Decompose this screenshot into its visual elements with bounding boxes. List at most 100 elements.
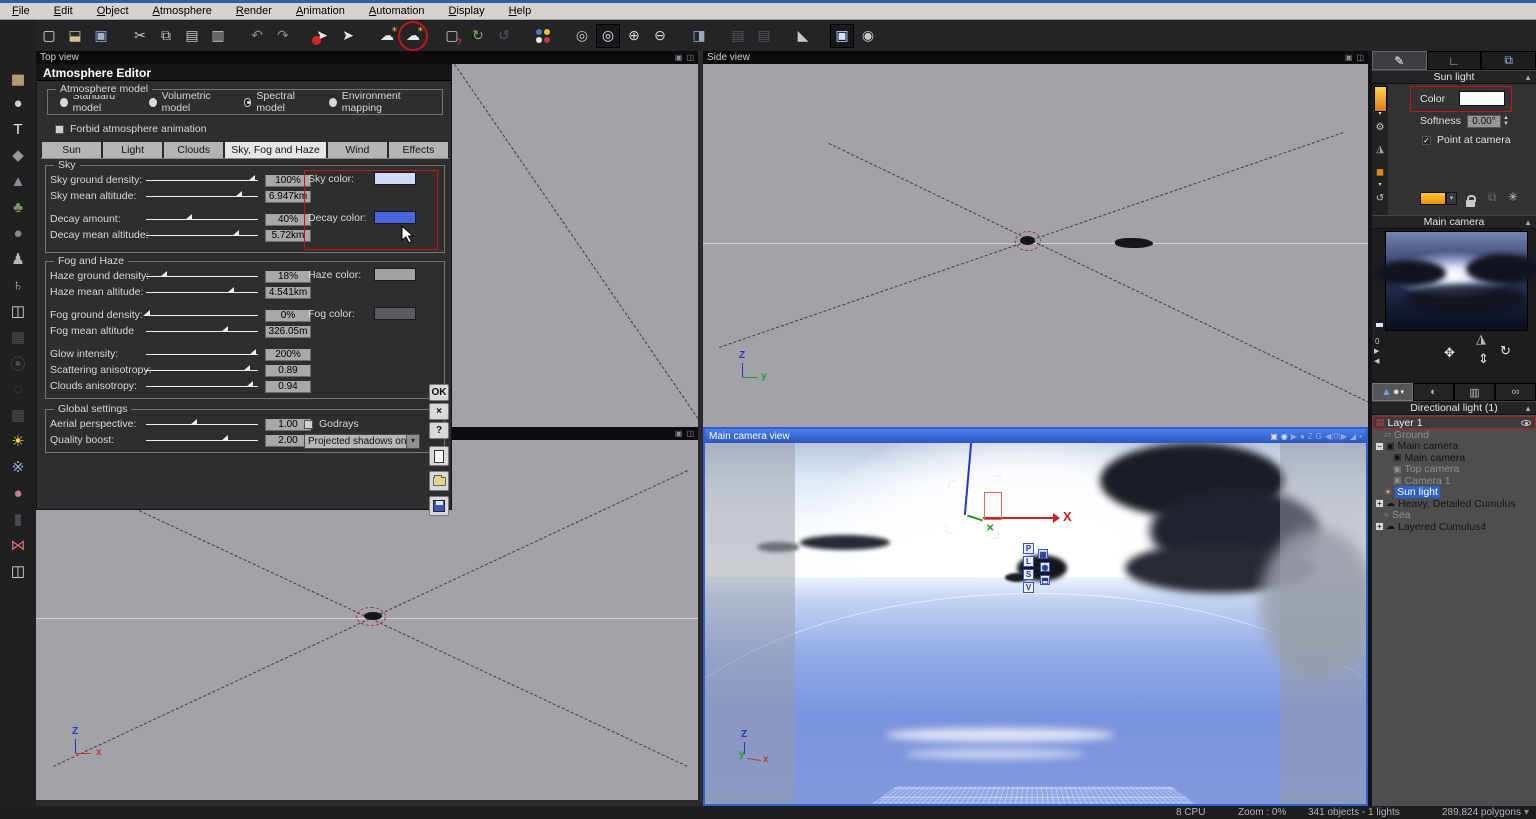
spinner-up-icon[interactable]: ▲ ▼ [1503,115,1509,127]
material-cube-icon[interactable]: ◼ [1373,161,1387,183]
load-atmosphere-icon[interactable]: ☁ ☀ [398,20,428,51]
camera-header-icon-6[interactable]: ◀(0)▶ [1325,432,1347,441]
tree-expander-icon[interactable]: − [1375,441,1384,451]
pan-hand-icon[interactable]: ✥ [1444,345,1455,361]
quick-link-icon[interactable]: ⬒ [1040,575,1050,585]
redo-icon[interactable]: ↷ [271,24,295,48]
animation-setup-icon[interactable]: ◣ [791,24,815,48]
slider-thumb[interactable] [248,349,256,355]
pointer-icon[interactable]: ➤ [336,24,360,48]
undo-icon[interactable]: ↶ [245,24,269,48]
side-view-viewport[interactable]: Z y [703,64,1368,427]
tab-wind[interactable]: Wind [326,141,388,158]
tree-item-main-camera[interactable]: − ▣ Main camera [1372,440,1536,452]
timeline-icon[interactable]: ▤ [726,24,750,48]
dolly-pyramid-icon[interactable]: ◮ [1476,331,1486,347]
object-properties-icon[interactable]: ▢? [440,24,464,48]
save-atmosphere-button[interactable] [429,496,449,516]
main-camera-viewport[interactable]: Main camera view ▣ ◉ ▶ ● Z G ◀(0)▶ ◢ ▪ X… [703,427,1368,806]
menu-file[interactable]: File [0,3,42,20]
spotlight-cone-icon[interactable]: ◮ [1373,137,1387,161]
viewport-maximize-icon[interactable]: ▣ [1345,53,1353,62]
light-color-swatch[interactable] [1420,192,1446,205]
forbid-animation-row[interactable]: Forbid atmosphere animation [55,123,207,135]
slider-thumb[interactable] [160,271,168,277]
slider-track[interactable] [146,174,258,186]
rotate-object-icon[interactable]: ↻ [466,24,490,48]
camera-header-icon-4[interactable]: Z [1308,432,1313,441]
camera-header-icon-1[interactable]: ◉ [1281,432,1288,441]
slider-thumb[interactable] [243,365,251,371]
viewport-maximize-icon[interactable]: ▣ [675,53,683,62]
slider-value[interactable]: 4.541km [265,285,311,299]
camera-header-icon-3[interactable]: ● [1300,432,1305,441]
paste-icon[interactable]: ▤ [180,24,204,48]
slider-thumb[interactable] [246,381,254,387]
camera-header-icon-8[interactable]: ▪ [1359,432,1362,441]
cloud-shadows-dropdown[interactable]: Projected shadows on clouds [304,434,420,449]
tree-item-sea[interactable]: ≈ Sea [1372,509,1536,521]
light-icon[interactable]: ☀ [5,428,31,454]
rotate-handle[interactable] [945,526,953,534]
smart-rotate-icon[interactable]: ↺ [492,24,516,48]
swatch-dropdown-icon[interactable]: ▾ [1446,192,1457,205]
camera-object[interactable] [364,612,382,620]
main-camera-header[interactable]: Main camera view ▣ ◉ ▶ ● Z G ◀(0)▶ ◢ ▪ [705,429,1366,443]
slider-thumb[interactable] [220,435,228,441]
menu-atmosphere[interactable]: Atmosphere [141,3,224,20]
menu-object[interactable]: Object [85,3,141,20]
visibility-eye-icon[interactable] [1521,420,1531,426]
godrays-row[interactable]: Godrays [304,418,359,430]
cube-icon[interactable]: ◫ [5,298,31,324]
back-icon[interactable]: ◀ [1374,357,1379,365]
cloud-object[interactable] [1115,238,1153,248]
mountain-icon[interactable]: ▲ [5,168,31,194]
person-icon[interactable]: ♟ [5,246,31,272]
zoom-in-icon[interactable]: ⊕ [622,24,646,48]
display-options-icon[interactable]: ◨ [687,24,711,48]
tree-expander-icon[interactable]: + [1375,499,1384,509]
copy-icon[interactable]: ⧉ [154,24,178,48]
load-atmosphere-button[interactable] [429,471,449,491]
camera-header-icon-2[interactable]: ▶ [1291,432,1297,441]
quick-button-v[interactable]: V [1023,582,1034,593]
render-area-icon[interactable]: ▣ [830,23,854,48]
lens-flare-icon[interactable]: ⋈ [5,532,31,558]
menu-help[interactable]: Help [497,3,544,20]
slider-track[interactable] [146,190,258,202]
truck-updown-icon[interactable]: ⇕ [1478,351,1489,367]
lock-icon[interactable] [1466,194,1476,212]
display-colors-icon[interactable] [531,24,555,48]
close-button[interactable]: × [429,403,449,420]
point-at-camera-checkbox[interactable]: ✓ [1422,135,1431,145]
slider-track[interactable] [146,364,258,376]
tab-effects[interactable]: Effects [387,141,450,158]
tree-item-sun-light[interactable]: ☀ Sun light [1372,486,1536,499]
tree-item-top-camera[interactable]: ▣ Top camera [1372,463,1536,475]
color-swatch[interactable] [374,307,416,320]
light-gradient-swatch[interactable] [1373,86,1387,112]
quick-grid-icon[interactable]: ▦ [1038,549,1048,559]
tab-library[interactable]: ▥ [1454,383,1495,401]
menu-animation[interactable]: Animation [284,3,357,20]
camera-object[interactable] [1020,236,1035,245]
timeline2-icon[interactable]: ▤ [752,24,776,48]
new-scene-icon[interactable]: ▢ [37,24,61,48]
tab-materials[interactable]: ◐ [1413,383,1454,401]
camera-header-icon-5[interactable]: G [1316,432,1322,441]
slider-value[interactable]: 326.05m [265,324,311,338]
tree-item-camera-1[interactable]: ▣ Camera 1 [1372,475,1536,487]
camera-header-icon-7[interactable]: ◢ [1350,432,1356,441]
quick-button-l[interactable]: L [1023,556,1034,567]
refresh-icon[interactable]: ↺ [1373,188,1387,208]
slider-value[interactable]: 200% [265,347,311,361]
help-button[interactable]: ? [429,422,449,439]
main-camera-header[interactable]: Main camera ▲ [1372,215,1536,229]
viewport-camera-icon[interactable]: ◫ [1356,53,1364,62]
point-at-camera-row[interactable]: ✓ Point at camera [1422,134,1511,146]
camera-header-icon-0[interactable]: ▣ [1270,432,1278,441]
slider-track[interactable] [143,309,258,321]
tab-numerics[interactable]: ∟ [1426,51,1482,70]
viewport-camera-icon[interactable]: ◫ [686,53,694,62]
render-icon[interactable]: ◉ [856,24,880,48]
